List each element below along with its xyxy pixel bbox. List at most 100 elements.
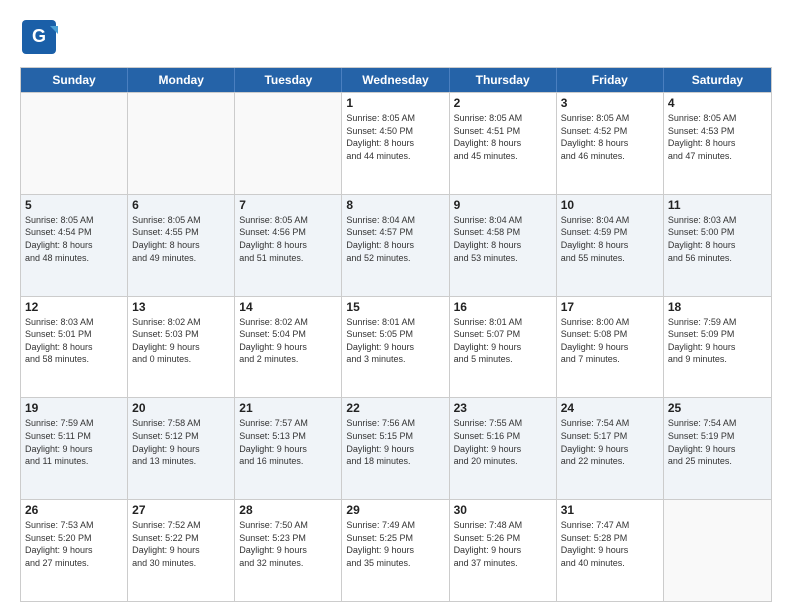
day-info: Sunrise: 8:03 AM Sunset: 5:00 PM Dayligh…	[668, 214, 767, 264]
day-info: Sunrise: 7:53 AM Sunset: 5:20 PM Dayligh…	[25, 519, 123, 569]
day-cell-14: 14 Sunrise: 8:02 AM Sunset: 5:04 PM Dayli…	[235, 297, 342, 398]
day-info: Sunrise: 8:01 AM Sunset: 5:05 PM Dayligh…	[346, 316, 444, 366]
day-info: Sunrise: 7:56 AM Sunset: 5:15 PM Dayligh…	[346, 417, 444, 467]
day-info: Sunrise: 7:52 AM Sunset: 5:22 PM Dayligh…	[132, 519, 230, 569]
day-cell-3: 3 Sunrise: 8:05 AM Sunset: 4:52 PM Daylig…	[557, 93, 664, 194]
logo: G	[20, 18, 62, 61]
day-number: 30	[454, 503, 552, 517]
day-info: Sunrise: 7:54 AM Sunset: 5:19 PM Dayligh…	[668, 417, 767, 467]
day-number: 8	[346, 198, 444, 212]
day-number: 2	[454, 96, 552, 110]
header-cell-thursday: Thursday	[450, 68, 557, 92]
day-number: 28	[239, 503, 337, 517]
day-cell-1: 1 Sunrise: 8:05 AM Sunset: 4:50 PM Daylig…	[342, 93, 449, 194]
empty-cell-0-0	[21, 93, 128, 194]
day-number: 3	[561, 96, 659, 110]
calendar-row-0: 1 Sunrise: 8:05 AM Sunset: 4:50 PM Daylig…	[21, 92, 771, 194]
day-cell-24: 24 Sunrise: 7:54 AM Sunset: 5:17 PM Dayli…	[557, 398, 664, 499]
day-cell-31: 31 Sunrise: 7:47 AM Sunset: 5:28 PM Dayli…	[557, 500, 664, 601]
day-number: 23	[454, 401, 552, 415]
day-number: 31	[561, 503, 659, 517]
day-cell-13: 13Sunrise: 8:02 AM Sunset: 5:03 PM Dayli…	[128, 297, 235, 398]
day-number: 9	[454, 198, 552, 212]
day-cell-8: 8 Sunrise: 8:04 AM Sunset: 4:57 PM Daylig…	[342, 195, 449, 296]
day-info: Sunrise: 8:03 AM Sunset: 5:01 PM Dayligh…	[25, 316, 123, 366]
calendar-row-1: 5 Sunrise: 8:05 AM Sunset: 4:54 PM Daylig…	[21, 194, 771, 296]
day-info: Sunrise: 8:04 AM Sunset: 4:59 PM Dayligh…	[561, 214, 659, 264]
day-number: 19	[25, 401, 123, 415]
day-number: 18	[668, 300, 767, 314]
day-cell-16: 16 Sunrise: 8:01 AM Sunset: 5:07 PM Dayli…	[450, 297, 557, 398]
day-number: 27	[132, 503, 230, 517]
day-number: 15	[346, 300, 444, 314]
svg-text:G: G	[32, 26, 46, 46]
day-cell-29: 29Sunrise: 7:49 AM Sunset: 5:25 PM Dayli…	[342, 500, 449, 601]
day-cell-6: 6Sunrise: 8:05 AM Sunset: 4:55 PM Daylig…	[128, 195, 235, 296]
day-cell-18: 18 Sunrise: 7:59 AM Sunset: 5:09 PM Dayli…	[664, 297, 771, 398]
day-cell-17: 17 Sunrise: 8:00 AM Sunset: 5:08 PM Dayli…	[557, 297, 664, 398]
header-cell-wednesday: Wednesday	[342, 68, 449, 92]
day-cell-27: 27 Sunrise: 7:52 AM Sunset: 5:22 PM Dayli…	[128, 500, 235, 601]
day-info: Sunrise: 7:54 AM Sunset: 5:17 PM Dayligh…	[561, 417, 659, 467]
day-info: Sunrise: 7:59 AM Sunset: 5:09 PM Dayligh…	[668, 316, 767, 366]
day-cell-26: 26 Sunrise: 7:53 AM Sunset: 5:20 PM Dayli…	[21, 500, 128, 601]
calendar-body: 1 Sunrise: 8:05 AM Sunset: 4:50 PM Daylig…	[21, 92, 771, 601]
day-info: Sunrise: 7:57 AM Sunset: 5:13 PM Dayligh…	[239, 417, 337, 467]
day-cell-2: 2Sunrise: 8:05 AM Sunset: 4:51 PM Daylig…	[450, 93, 557, 194]
day-info: Sunrise: 8:01 AM Sunset: 5:07 PM Dayligh…	[454, 316, 552, 366]
day-info: Sunrise: 8:04 AM Sunset: 4:58 PM Dayligh…	[454, 214, 552, 264]
day-info: Sunrise: 8:02 AM Sunset: 5:03 PM Dayligh…	[132, 316, 230, 366]
day-cell-11: 11 Sunrise: 8:03 AM Sunset: 5:00 PM Dayli…	[664, 195, 771, 296]
day-number: 26	[25, 503, 123, 517]
day-cell-30: 30 Sunrise: 7:48 AM Sunset: 5:26 PM Dayli…	[450, 500, 557, 601]
day-number: 1	[346, 96, 444, 110]
day-number: 21	[239, 401, 337, 415]
day-number: 24	[561, 401, 659, 415]
calendar: SundayMondayTuesdayWednesdayThursdayFrid…	[20, 67, 772, 602]
day-cell-19: 19 Sunrise: 7:59 AM Sunset: 5:11 PM Dayli…	[21, 398, 128, 499]
day-number: 10	[561, 198, 659, 212]
day-info: Sunrise: 7:50 AM Sunset: 5:23 PM Dayligh…	[239, 519, 337, 569]
day-info: Sunrise: 7:59 AM Sunset: 5:11 PM Dayligh…	[25, 417, 123, 467]
day-cell-23: 23 Sunrise: 7:55 AM Sunset: 5:16 PM Dayli…	[450, 398, 557, 499]
day-info: Sunrise: 7:55 AM Sunset: 5:16 PM Dayligh…	[454, 417, 552, 467]
day-number: 12	[25, 300, 123, 314]
day-info: Sunrise: 8:05 AM Sunset: 4:56 PM Dayligh…	[239, 214, 337, 264]
day-cell-25: 25Sunrise: 7:54 AM Sunset: 5:19 PM Dayli…	[664, 398, 771, 499]
day-cell-9: 9 Sunrise: 8:04 AM Sunset: 4:58 PM Daylig…	[450, 195, 557, 296]
empty-cell-4-6	[664, 500, 771, 601]
day-number: 11	[668, 198, 767, 212]
empty-cell-0-2	[235, 93, 342, 194]
header-cell-tuesday: Tuesday	[235, 68, 342, 92]
day-cell-7: 7 Sunrise: 8:05 AM Sunset: 4:56 PM Daylig…	[235, 195, 342, 296]
day-number: 14	[239, 300, 337, 314]
day-info: Sunrise: 8:05 AM Sunset: 4:54 PM Dayligh…	[25, 214, 123, 264]
day-number: 29	[346, 503, 444, 517]
day-cell-21: 21 Sunrise: 7:57 AM Sunset: 5:13 PM Dayli…	[235, 398, 342, 499]
calendar-row-2: 12 Sunrise: 8:03 AM Sunset: 5:01 PM Dayli…	[21, 296, 771, 398]
header-cell-sunday: Sunday	[21, 68, 128, 92]
day-number: 4	[668, 96, 767, 110]
day-number: 20	[132, 401, 230, 415]
day-info: Sunrise: 8:02 AM Sunset: 5:04 PM Dayligh…	[239, 316, 337, 366]
day-info: Sunrise: 7:47 AM Sunset: 5:28 PM Dayligh…	[561, 519, 659, 569]
calendar-header-row: SundayMondayTuesdayWednesdayThursdayFrid…	[21, 68, 771, 92]
day-number: 5	[25, 198, 123, 212]
header: G	[20, 18, 772, 61]
day-cell-20: 20 Sunrise: 7:58 AM Sunset: 5:12 PM Dayli…	[128, 398, 235, 499]
day-cell-15: 15 Sunrise: 8:01 AM Sunset: 5:05 PM Dayli…	[342, 297, 449, 398]
day-number: 17	[561, 300, 659, 314]
day-number: 16	[454, 300, 552, 314]
calendar-row-3: 19 Sunrise: 7:59 AM Sunset: 5:11 PM Dayli…	[21, 397, 771, 499]
day-info: Sunrise: 8:05 AM Sunset: 4:52 PM Dayligh…	[561, 112, 659, 162]
day-number: 7	[239, 198, 337, 212]
day-info: Sunrise: 8:05 AM Sunset: 4:55 PM Dayligh…	[132, 214, 230, 264]
day-info: Sunrise: 8:04 AM Sunset: 4:57 PM Dayligh…	[346, 214, 444, 264]
day-info: Sunrise: 7:58 AM Sunset: 5:12 PM Dayligh…	[132, 417, 230, 467]
day-cell-12: 12 Sunrise: 8:03 AM Sunset: 5:01 PM Dayli…	[21, 297, 128, 398]
day-info: Sunrise: 7:48 AM Sunset: 5:26 PM Dayligh…	[454, 519, 552, 569]
day-cell-28: 28 Sunrise: 7:50 AM Sunset: 5:23 PM Dayli…	[235, 500, 342, 601]
day-info: Sunrise: 8:00 AM Sunset: 5:08 PM Dayligh…	[561, 316, 659, 366]
day-info: Sunrise: 8:05 AM Sunset: 4:50 PM Dayligh…	[346, 112, 444, 162]
header-cell-monday: Monday	[128, 68, 235, 92]
